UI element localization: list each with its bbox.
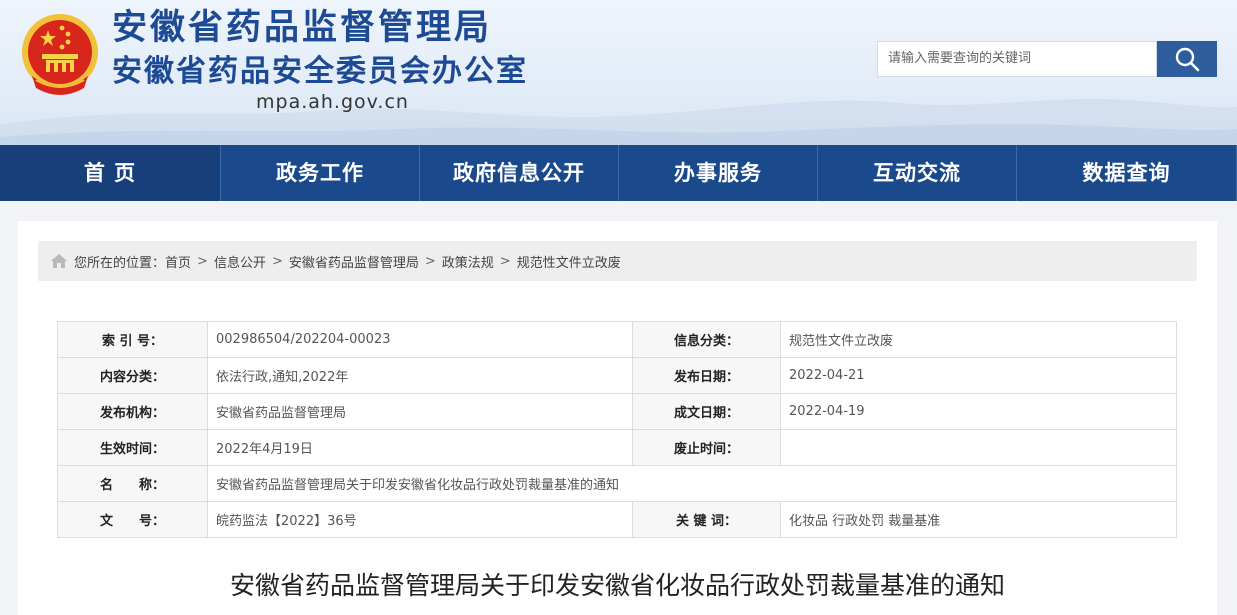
- nav-item-services[interactable]: 办事服务: [619, 145, 818, 201]
- content-category-label: 内容分类：: [57, 357, 208, 394]
- nav-item-government-affairs[interactable]: 政务工作: [221, 145, 420, 201]
- nav-item-data-query[interactable]: 数据查询: [1017, 145, 1237, 201]
- table-row: 文 号： 皖药监法【2022】36号 关 键 词： 化妆品 行政处罚 裁量基准: [57, 501, 1177, 538]
- document-number-label: 文 号：: [57, 501, 208, 538]
- publish-date-label: 发布日期：: [632, 357, 781, 394]
- document-meta-table: 索 引 号： 002986504/202204-00023 信息分类： 规范性文…: [57, 321, 1177, 538]
- index-number-value: 002986504/202204-00023: [207, 321, 633, 358]
- index-number-label: 索 引 号：: [57, 321, 208, 358]
- search-button[interactable]: [1157, 41, 1217, 77]
- keywords-value: 化妆品 行政处罚 裁量基准: [780, 501, 1177, 538]
- written-date-label: 成文日期：: [632, 393, 781, 430]
- breadcrumb-separator: >: [197, 253, 208, 269]
- site-title: 安徽省药品监督管理局: [112, 8, 493, 48]
- document-name-value: 安徽省药品监督管理局关于印发安徽省化妆品行政处罚裁量基准的通知: [207, 465, 1177, 502]
- effective-date-label: 生效时间：: [57, 429, 208, 466]
- nav-item-info-disclosure[interactable]: 政府信息公开: [420, 145, 619, 201]
- written-date-value: 2022-04-19: [780, 393, 1177, 430]
- table-row: 发布机构： 安徽省药品监督管理局 成文日期： 2022-04-19: [57, 393, 1177, 430]
- breadcrumb-separator: >: [499, 253, 511, 269]
- info-category-label: 信息分类：: [632, 321, 781, 358]
- info-category-value: 规范性文件立改废: [780, 321, 1177, 358]
- effective-date-value: 2022年4月19日: [207, 429, 633, 466]
- publisher-label: 发布机构：: [57, 393, 208, 430]
- search-input[interactable]: 请输入需要查询的关键词: [877, 41, 1157, 77]
- breadcrumb-item-info-disclosure[interactable]: 信息公开: [214, 252, 266, 271]
- content-panel: 您所在的位置： 首页 > 信息公开 > 安徽省药品监督管理局 > 政策法规 > …: [18, 221, 1217, 615]
- breadcrumb-item-bureau[interactable]: 安徽省药品监督管理局: [289, 252, 419, 271]
- national-emblem-icon: [22, 14, 98, 95]
- publish-date-value: 2022-04-21: [780, 357, 1177, 394]
- table-row: 索 引 号： 002986504/202204-00023 信息分类： 规范性文…: [57, 321, 1177, 358]
- table-row: 内容分类： 依法行政,通知,2022年 发布日期： 2022-04-21: [57, 357, 1177, 394]
- breadcrumb-separator: >: [424, 253, 436, 269]
- repeal-date-label: 废止时间：: [632, 429, 781, 466]
- nav-item-interaction[interactable]: 互动交流: [818, 145, 1017, 201]
- publisher-value: 安徽省药品监督管理局: [207, 393, 633, 430]
- main-nav: 首 页 政务工作 政府信息公开 办事服务 互动交流 数据查询: [0, 145, 1237, 201]
- site-subtitle: 安徽省药品安全委员会办公室: [112, 54, 528, 89]
- table-row: 生效时间： 2022年4月19日 废止时间：: [57, 429, 1177, 466]
- table-row: 名 称： 安徽省药品监督管理局关于印发安徽省化妆品行政处罚裁量基准的通知: [57, 465, 1177, 502]
- breadcrumb: 您所在的位置： 首页 > 信息公开 > 安徽省药品监督管理局 > 政策法规 > …: [38, 241, 1197, 281]
- breadcrumb-item-home[interactable]: 首页: [165, 252, 191, 271]
- nav-item-home[interactable]: 首 页: [0, 145, 221, 201]
- repeal-date-value: [780, 429, 1177, 466]
- site-header: 安徽省药品监督管理局 安徽省药品安全委员会办公室 mpa.ah.gov.cn 请…: [0, 0, 1237, 145]
- breadcrumb-item-policies[interactable]: 政策法规: [442, 252, 494, 271]
- keywords-label: 关 键 词：: [632, 501, 781, 538]
- breadcrumb-prefix: 您所在的位置：: [74, 255, 166, 271]
- content-category-value: 依法行政,通知,2022年: [207, 357, 633, 394]
- home-icon: [50, 253, 68, 269]
- breadcrumb-separator: >: [271, 253, 283, 269]
- search-icon: [1175, 47, 1200, 72]
- document-title: 安徽省药品监督管理局关于印发安徽省化妆品行政处罚裁量基准的通知: [229, 571, 1005, 600]
- document-name-label: 名 称：: [57, 465, 208, 502]
- document-number-value: 皖药监法【2022】36号: [207, 501, 633, 538]
- site-domain: mpa.ah.gov.cn: [256, 91, 409, 113]
- breadcrumb-item-normative-docs[interactable]: 规范性文件立改废: [517, 252, 621, 271]
